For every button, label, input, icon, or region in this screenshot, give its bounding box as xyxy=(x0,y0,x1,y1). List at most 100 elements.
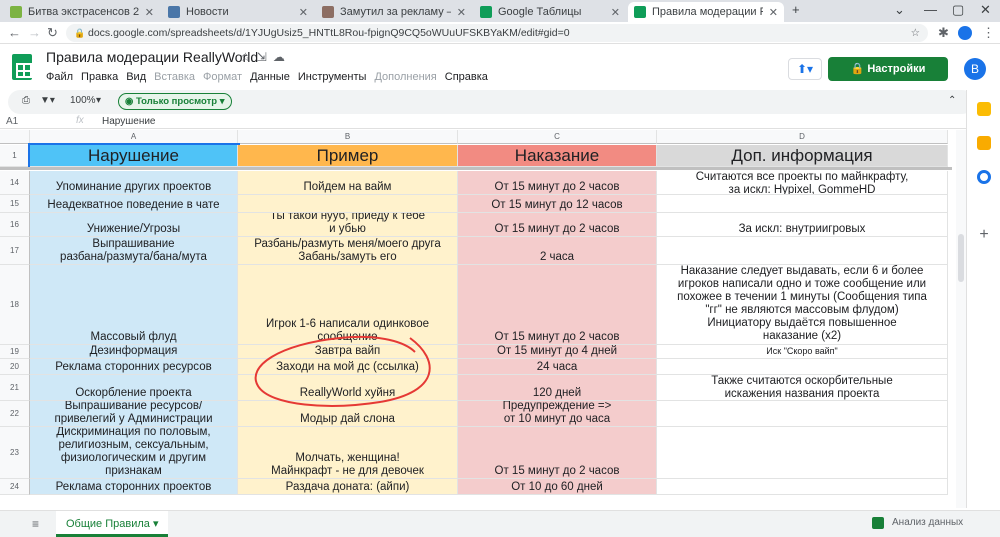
name-box[interactable]: A1 xyxy=(6,116,18,127)
profile-icon[interactable] xyxy=(958,26,972,40)
spreadsheet-grid[interactable]: A B C D 1 Нарушение Пример Наказание Доп. информ… xyxy=(0,130,952,508)
table-cell[interactable]: 2 часа xyxy=(458,237,657,265)
explore-button[interactable]: Анализ данных xyxy=(892,517,963,528)
row-header[interactable]: 18 xyxy=(0,265,30,345)
table-cell[interactable]: Выпрашивание разбана/размута/бана/мута xyxy=(30,237,238,265)
table-cell[interactable]: От 15 минут до 2 часов xyxy=(458,171,657,195)
minimize-icon[interactable]: — xyxy=(924,2,937,17)
close-icon[interactable]: ✕ xyxy=(293,6,308,19)
avatar[interactable]: В xyxy=(964,58,986,80)
sheets-list-icon[interactable]: ≡ xyxy=(32,517,39,531)
filter-icon[interactable]: ▼▾ xyxy=(40,95,55,106)
keep-icon[interactable] xyxy=(977,136,991,150)
tab-search-icon[interactable]: ⌄ xyxy=(894,2,905,18)
column-header[interactable]: C xyxy=(458,130,657,144)
table-cell[interactable]: Предупреждение => от 10 минут до часа xyxy=(458,401,657,427)
table-cell[interactable]: Реклама сторонних проектов xyxy=(30,479,238,495)
table-cell[interactable]: Пойдем на вайм xyxy=(238,171,458,195)
zoom-select[interactable]: 100% xyxy=(70,95,96,106)
table-cell[interactable]: Считаются все проекты по майнкрафту, за … xyxy=(657,171,948,195)
table-cell[interactable]: Заходи на мой дс (ссылка) xyxy=(238,359,458,375)
close-icon[interactable]: ✕ xyxy=(605,6,620,19)
row-header[interactable]: 15 xyxy=(0,195,30,213)
calendar-icon[interactable] xyxy=(977,102,991,116)
present-button[interactable]: ⬆▾ xyxy=(788,58,822,80)
table-cell[interactable]: Раздача доната: (айпи) xyxy=(238,479,458,495)
table-cell[interactable]: За искл: внутриигровых xyxy=(657,213,948,237)
column-header[interactable]: B xyxy=(238,130,458,144)
menu-item[interactable]: Справка xyxy=(445,71,488,83)
add-addon-icon[interactable]: + xyxy=(977,227,991,243)
forward-icon[interactable]: → xyxy=(28,25,41,40)
table-cell[interactable]: Унижение/Угрозы xyxy=(30,213,238,237)
scrollbar-thumb[interactable] xyxy=(958,234,964,282)
table-cell[interactable]: Упоминание других проектов xyxy=(30,171,238,195)
table-cell[interactable] xyxy=(657,237,948,265)
menu-item[interactable]: Инструменты xyxy=(298,71,367,83)
table-cell[interactable]: Ты такой нууб, приеду к тебе и убью xyxy=(238,213,458,237)
tasks-icon[interactable] xyxy=(977,170,991,184)
print-icon[interactable]: ⎙ xyxy=(22,95,30,106)
row-header[interactable]: 24 xyxy=(0,479,30,495)
table-cell[interactable]: От 10 до 60 дней xyxy=(458,479,657,495)
table-cell[interactable]: Наказание следует выдавать, если 6 и бол… xyxy=(657,265,948,345)
move-icon[interactable]: ⇲ xyxy=(257,50,273,64)
select-all-corner[interactable] xyxy=(0,130,30,144)
row-header[interactable]: 20 xyxy=(0,359,30,375)
menu-item[interactable]: Вид xyxy=(126,71,146,83)
freeze-divider[interactable] xyxy=(0,167,952,170)
menu-item[interactable]: Вставка xyxy=(154,71,195,83)
browser-menu-icon[interactable]: ⋮ xyxy=(982,25,995,41)
table-cell[interactable]: Выпрашивание ресурсов/ привелегий у Адми… xyxy=(30,401,238,427)
row-header[interactable]: 1 xyxy=(0,145,30,167)
row-header[interactable]: 23 xyxy=(0,427,30,479)
table-cell[interactable]: Реклама сторонних ресурсов xyxy=(30,359,238,375)
browser-tab-2[interactable]: Новости ✕ xyxy=(162,2,314,22)
row-header[interactable]: 22 xyxy=(0,401,30,427)
menu-item[interactable]: Правка xyxy=(81,71,118,83)
formula-input[interactable]: Нарушение xyxy=(102,116,156,127)
sheet-tab-general-rules[interactable]: Общие Правила ▾ xyxy=(56,511,169,537)
table-cell[interactable] xyxy=(657,427,948,479)
back-icon[interactable]: ← xyxy=(8,25,21,40)
table-cell[interactable] xyxy=(657,359,948,375)
row-header[interactable]: 14 xyxy=(0,171,30,195)
extensions-icon[interactable]: ✱ xyxy=(938,25,949,41)
column-header[interactable]: D xyxy=(657,130,948,144)
table-cell[interactable]: От 15 минут до 12 часов xyxy=(458,195,657,213)
table-cell[interactable]: От 15 минут до 2 часов xyxy=(458,427,657,479)
table-cell[interactable]: Оскорбление проекта xyxy=(30,375,238,401)
close-icon[interactable]: ✕ xyxy=(763,6,778,19)
row-header[interactable]: 21 xyxy=(0,375,30,401)
menu-item[interactable]: Данные xyxy=(250,71,290,83)
browser-tab-5[interactable]: Правила модерации ReallyWorld✕ xyxy=(628,2,784,22)
table-cell[interactable]: Неадекватное поведение в чате xyxy=(30,195,238,213)
table-cell[interactable]: Иск "Скоро вайп" xyxy=(657,345,948,359)
url-field[interactable]: 🔒 docs.google.com/spreadsheets/d/1YJUgUs… xyxy=(66,24,928,42)
table-cell[interactable]: Разбань/размуть меня/моего друга Забань/… xyxy=(238,237,458,265)
table-cell[interactable] xyxy=(657,401,948,427)
table-cell[interactable]: Дискриминация по половым, религиозным, с… xyxy=(30,427,238,479)
close-window-icon[interactable]: ✕ xyxy=(980,2,991,18)
table-cell[interactable] xyxy=(657,479,948,495)
table-cell[interactable]: Дезинформация xyxy=(30,345,238,359)
star-icon[interactable]: ☆ xyxy=(240,50,257,64)
table-cell[interactable] xyxy=(657,195,948,213)
header-cell[interactable]: Наказание xyxy=(458,145,657,167)
browser-tab-4[interactable]: Google Таблицы ✕ xyxy=(474,2,626,22)
table-cell[interactable]: От 15 минут до 4 дней xyxy=(458,345,657,359)
table-cell[interactable]: Массовый флуд xyxy=(30,265,238,345)
vertical-scrollbar[interactable] xyxy=(956,130,966,508)
table-cell[interactable]: От 15 минут до 2 часов xyxy=(458,265,657,345)
sheets-logo-icon[interactable] xyxy=(12,54,32,80)
menu-item[interactable]: Формат xyxy=(203,71,242,83)
maximize-icon[interactable]: ▢ xyxy=(952,2,964,18)
browser-tab-1[interactable]: Битва экстрасенсов 22 сезон 7...✕ xyxy=(4,2,160,22)
row-header[interactable]: 17 xyxy=(0,237,30,265)
explore-icon[interactable] xyxy=(872,517,884,529)
table-cell[interactable]: Также считаются оскорбительные искажения… xyxy=(657,375,948,401)
table-cell[interactable] xyxy=(238,195,458,213)
row-header[interactable]: 19 xyxy=(0,345,30,359)
table-cell[interactable]: Завтра вайп xyxy=(238,345,458,359)
view-only-button[interactable]: ◉ Только просмотр ▾ xyxy=(118,93,232,110)
